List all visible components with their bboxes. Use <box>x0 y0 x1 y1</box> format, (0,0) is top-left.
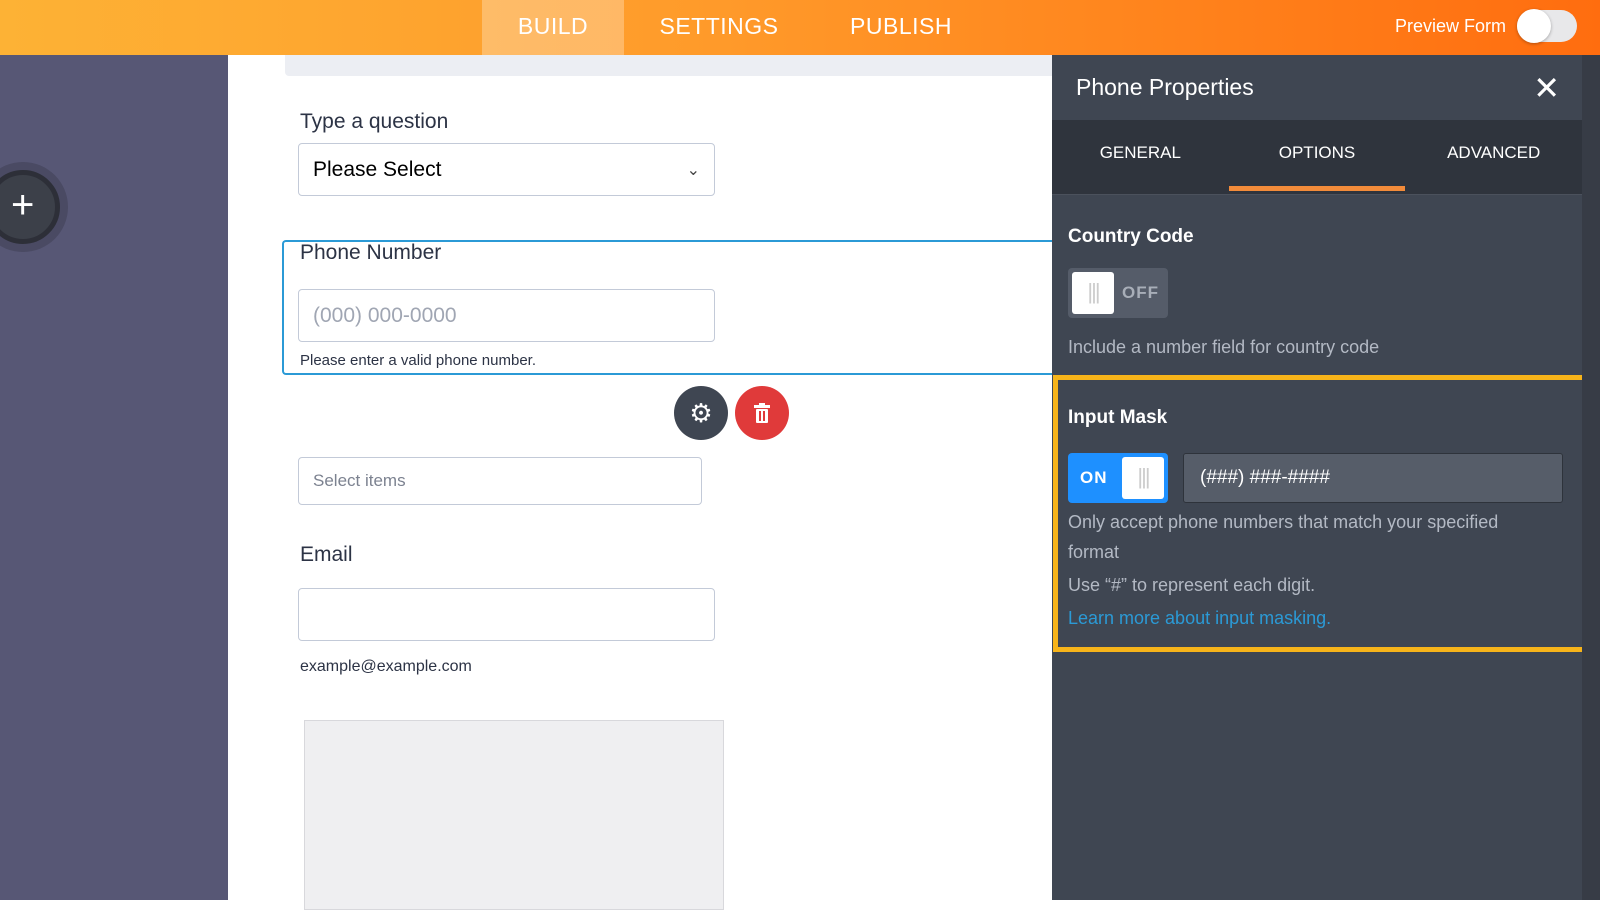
gear-icon: ⚙ <box>689 397 713 428</box>
phone-label: Phone Number <box>300 241 442 264</box>
tab-settings[interactable]: SETTINGS <box>644 0 794 55</box>
left-sidebar: + <box>0 55 228 900</box>
phone-input[interactable]: (000) 000-0000 <box>298 289 715 342</box>
country-code-description: Include a number field for country code <box>1068 337 1380 357</box>
tab-general[interactable]: GENERAL <box>1052 120 1229 194</box>
panel-edge <box>1582 55 1600 900</box>
tab-build[interactable]: BUILD <box>482 0 624 55</box>
email-input[interactable] <box>298 588 715 641</box>
tab-publish[interactable]: PUBLISH <box>836 0 966 55</box>
country-code-toggle[interactable]: ||| OFF <box>1068 268 1168 318</box>
form-canvas: Type a question Please Select ⌄ Phone Nu… <box>228 55 1052 910</box>
trash-icon <box>754 403 770 423</box>
email-sublabel: example@example.com <box>300 658 472 675</box>
country-code-title: Country Code <box>1068 226 1194 247</box>
select-value: Please Select <box>313 157 442 181</box>
placeholder-block <box>304 720 724 910</box>
toggle-handle: ||| <box>1072 272 1114 314</box>
question-label: Type a question <box>300 110 449 133</box>
chevron-down-icon: ⌄ <box>686 161 700 179</box>
toggle-state: OFF <box>1122 283 1159 302</box>
preview-form-label: Preview Form <box>1395 16 1507 36</box>
plus-icon: + <box>0 170 60 244</box>
preview-form-toggle[interactable] <box>1517 9 1577 43</box>
tab-advanced[interactable]: ADVANCED <box>1405 120 1582 194</box>
email-label: Email <box>300 543 353 566</box>
field-settings-button[interactable]: ⚙ <box>674 386 728 440</box>
close-icon[interactable]: ✕ <box>1533 69 1560 107</box>
panel-title: Phone Properties <box>1076 74 1254 100</box>
add-element-button[interactable]: + <box>0 162 68 252</box>
question-select[interactable]: Please Select ⌄ <box>298 143 715 196</box>
select-items-input[interactable]: Select items <box>298 457 702 505</box>
phone-sublabel: Please enter a valid phone number. <box>300 352 536 369</box>
previous-field-strip <box>285 55 1052 76</box>
top-bar: BUILD SETTINGS PUBLISH Preview Form <box>0 0 1600 55</box>
tab-options[interactable]: OPTIONS <box>1228 120 1406 194</box>
delete-field-button[interactable] <box>735 386 789 440</box>
input-mask-highlight <box>1053 375 1597 652</box>
